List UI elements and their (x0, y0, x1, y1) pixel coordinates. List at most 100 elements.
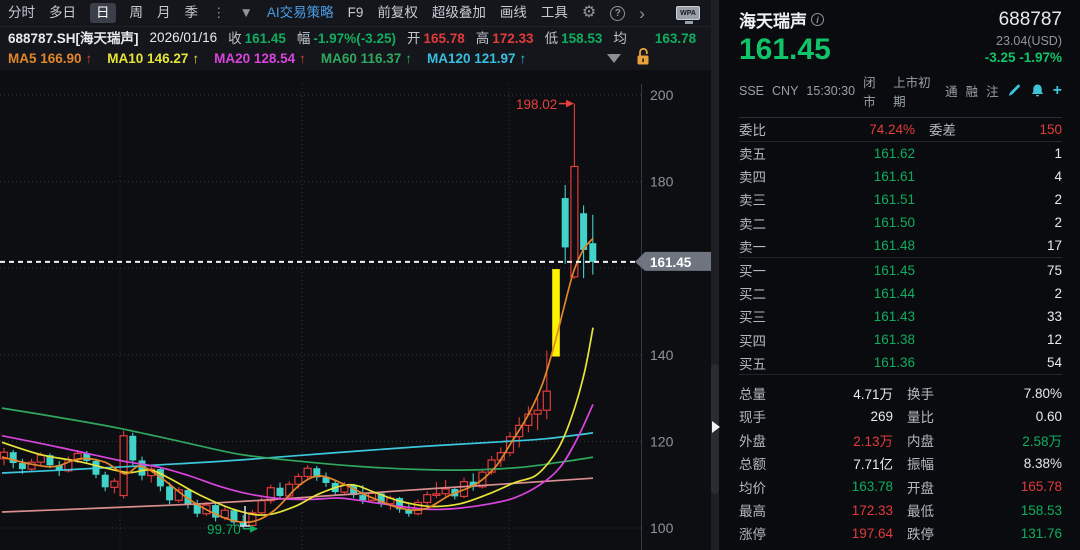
toolbar-item-日[interactable]: 日 (90, 3, 116, 23)
status-item-注: 注 (986, 81, 999, 100)
stat-value: 7.80% (965, 386, 1062, 401)
candle (267, 485, 274, 504)
order-book-row[interactable]: 卖四161.614 (739, 165, 1062, 188)
toolbar-item-工具[interactable]: 工具 (541, 6, 568, 20)
stats-row: 现手269量比0.60 (739, 405, 1062, 428)
bid-price: 161.45 (803, 263, 915, 278)
candle (470, 473, 477, 490)
wpa-overlay-icon[interactable]: WPA (676, 6, 702, 26)
price-tag-text: 161.45 (650, 255, 692, 270)
toolbar-item-画线[interactable]: 画线 (500, 6, 527, 20)
low-annotation: 99.70 (207, 522, 241, 537)
ask-levels: 卖五161.621卖四161.614卖三161.512卖二161.502卖一16… (739, 142, 1062, 259)
last-price: 161.45 (739, 34, 831, 66)
bid-price: 161.44 (803, 286, 915, 301)
toolbar-item-F9[interactable]: F9 (348, 6, 364, 20)
alert-bell-icon[interactable] (1030, 83, 1045, 98)
signal-candle (552, 269, 560, 356)
unlock-icon[interactable] (636, 47, 651, 69)
order-book-row[interactable]: 卖二161.502 (739, 211, 1062, 234)
toolbar-item-月[interactable]: 月 (157, 6, 171, 20)
order-book-row[interactable]: 买四161.3812 (739, 328, 1062, 351)
candle (120, 431, 127, 499)
ask-price: 161.50 (803, 215, 915, 230)
candle (139, 457, 146, 481)
bid-label: 买二 (739, 283, 803, 303)
ask-label: 卖四 (739, 166, 803, 186)
quote-field-value: 165.78 (423, 31, 464, 46)
toolbar-item-AI交易策略[interactable]: AI交易策略 (267, 6, 334, 20)
stat-label: 最高 (739, 500, 801, 520)
ma-trend-arrow: ↑ (192, 51, 199, 66)
candle (433, 482, 440, 498)
quote-field-label: 开 (407, 31, 421, 46)
quote-field-开: 开165.78 (407, 27, 465, 47)
order-book-row[interactable]: 卖一161.4817 (739, 234, 1062, 257)
order-book-row[interactable]: 买二161.442 (739, 282, 1062, 305)
info-icon[interactable]: i (811, 13, 824, 26)
order-book-row[interactable]: 卖三161.512 (739, 188, 1062, 211)
stat-value: 158.53 (965, 503, 1062, 518)
toolbar-item-多日[interactable]: 多日 (49, 6, 76, 20)
candle (396, 497, 403, 513)
candle (323, 473, 330, 487)
ma-item-MA120: MA120 121.97↑ (427, 51, 526, 66)
order-book-row[interactable]: 买五161.3654 (739, 351, 1062, 374)
quote-field-value: -1.97%(-3.25) (313, 31, 396, 46)
quote-field-label: 高 (476, 31, 490, 46)
stat-label: 最低 (907, 500, 965, 520)
stat-label: 总量 (739, 383, 801, 403)
candlestick-chart[interactable]: 200180140120100161.45198.0299.70 (0, 0, 713, 550)
edit-icon[interactable] (1007, 83, 1022, 98)
y-axis-label: 200 (650, 87, 674, 103)
help-icon[interactable]: ? (610, 6, 625, 21)
stat-value: 4.71万 (801, 383, 893, 403)
toolbar-item-分时[interactable]: 分时 (8, 6, 35, 20)
quote-field-低: 低158.53 (545, 27, 603, 47)
price-change: -3.25 -1.97% (985, 50, 1062, 65)
ask-volume: 2 (915, 192, 1062, 207)
candle (129, 433, 136, 465)
order-book-row[interactable]: 卖五161.621 (739, 142, 1062, 165)
candle (516, 417, 523, 447)
stats-row: 最高172.33最低158.53 (739, 498, 1062, 521)
order-book-row[interactable]: 买三161.4333 (739, 305, 1062, 328)
weicha-label: 委差 (929, 119, 956, 139)
ask-price: 161.62 (803, 146, 915, 161)
menu-dots-icon[interactable]: ⋮ (212, 6, 226, 20)
toolbar-item-周[interactable]: 周 (130, 6, 144, 20)
ma-line-ma60 (2, 408, 593, 470)
toolbar-item-季[interactable]: 季 (185, 6, 199, 20)
stock-name: 海天瑞声 (739, 7, 807, 32)
chevron-icon[interactable]: › (639, 5, 645, 22)
stat-value: 2.13万 (801, 430, 893, 450)
dropdown-arrow-icon[interactable]: ▼ (240, 6, 253, 20)
add-watchlist-icon[interactable]: + (1053, 83, 1062, 99)
panel-collapse-handle[interactable] (711, 364, 719, 494)
bid-price: 161.36 (803, 355, 915, 370)
candles-layer (1, 104, 597, 530)
order-book-row[interactable]: 买一161.4575 (739, 258, 1062, 281)
stat-label: 现手 (739, 406, 801, 426)
quote-field-value: 161.45 (245, 31, 286, 46)
quote-field-label: 收 (228, 31, 242, 46)
y-axis-label: 180 (650, 174, 674, 190)
candle (277, 483, 284, 500)
stats-table: 总量4.71万换手7.80%现手269量比0.60外盘2.13万内盘2.58万总… (739, 381, 1062, 550)
stats-row: 外盘2.13万内盘2.58万 (739, 428, 1062, 451)
chart-dropdown-icon[interactable] (607, 54, 621, 63)
ask-label: 卖三 (739, 189, 803, 209)
weibi-row: 委比 74.24% 委差 150 (739, 118, 1062, 142)
ma-trend-arrow: ↑ (405, 51, 412, 66)
stat-value: 131.76 (965, 526, 1062, 541)
quote-field-value: 158.53 (561, 31, 602, 46)
stat-value: 2.58万 (965, 430, 1062, 450)
bid-volume: 54 (915, 355, 1062, 370)
status-item-CNY: CNY (772, 84, 798, 98)
toolbar-item-前复权[interactable]: 前复权 (377, 6, 418, 20)
gear-icon[interactable]: ⚙ (582, 5, 596, 21)
stat-label: 外盘 (739, 430, 801, 450)
symbol-label: 688787.SH[海天瑞声] (8, 27, 139, 47)
toolbar-item-超级叠加[interactable]: 超级叠加 (432, 6, 486, 20)
candle (102, 472, 109, 491)
